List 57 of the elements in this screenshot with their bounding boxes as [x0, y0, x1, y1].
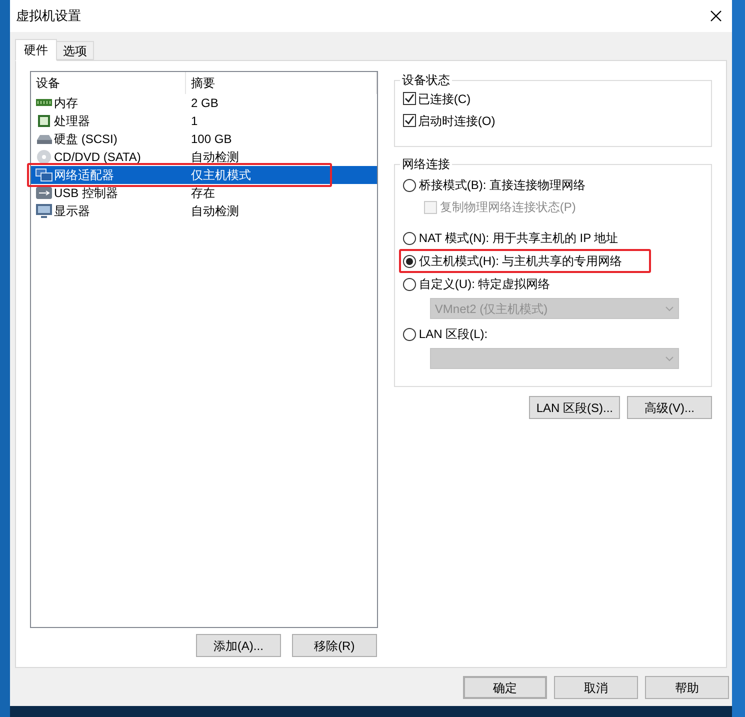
device-name: 硬盘 (SCSI) — [54, 131, 118, 148]
checkbox[interactable] — [402, 114, 416, 127]
button[interactable]: 确定 — [463, 676, 547, 699]
device-summary: 自动检测 — [190, 149, 239, 166]
tab[interactable]: 选项 — [57, 41, 94, 60]
radio-label: 仅主机模式(H): 与主机共享的专用网络 — [418, 253, 622, 270]
device-name: 网络适配器 — [54, 167, 114, 184]
device-icon — [35, 185, 53, 201]
device-name: 处理器 — [54, 113, 90, 130]
device-summary: 2 GB — [190, 95, 218, 112]
checkbox-label: 复制物理网络连接状态(P) — [440, 199, 576, 216]
window-title: 虚拟机设置 — [16, 7, 81, 26]
list-row[interactable]: 内存 2 GB — [31, 94, 377, 112]
device-name: USB 控制器 — [54, 185, 118, 202]
device-summary: 100 GB — [190, 131, 232, 148]
column-header[interactable]: 设备 — [31, 72, 186, 94]
group-title: 网络连接 — [400, 156, 451, 173]
device-icon — [35, 149, 53, 165]
list-row[interactable]: CD/DVD (SATA) 自动检测 — [31, 148, 377, 166]
device-icon — [35, 113, 53, 129]
button[interactable]: 取消 — [554, 676, 638, 699]
radio-button[interactable] — [402, 278, 416, 290]
group-title: 设备状态 — [400, 72, 451, 89]
radio-button[interactable] — [402, 178, 416, 192]
checkbox-label: 已连接(C) — [418, 90, 471, 108]
list-row[interactable]: 处理器 1 — [31, 112, 377, 130]
device-summary: 1 — [190, 113, 198, 130]
checkbox[interactable] — [402, 92, 416, 105]
device-name: 内存 — [54, 95, 78, 112]
device-icon — [35, 203, 53, 219]
close-icon[interactable] — [710, 10, 722, 22]
device-summary: 仅主机模式 — [190, 167, 251, 184]
list-row[interactable]: USB 控制器 存在 — [31, 184, 377, 202]
column-header[interactable]: 摘要 — [186, 72, 377, 94]
button[interactable]: 帮助 — [645, 676, 729, 699]
button[interactable]: 高级(V)... — [627, 396, 712, 419]
radio-button[interactable] — [402, 254, 416, 268]
list-row[interactable]: 显示器 自动检测 — [31, 202, 377, 220]
button[interactable]: LAN 区段(S)... — [529, 396, 620, 419]
button[interactable]: 移除(R) — [292, 634, 377, 657]
device-summary: 存在 — [190, 185, 215, 202]
checkbox-label: 启动时连接(O) — [418, 112, 496, 130]
device-name: CD/DVD (SATA) — [54, 149, 141, 166]
chevron-icon — [664, 306, 674, 312]
device-name: 显示器 — [54, 203, 90, 220]
device-summary: 自动检测 — [190, 203, 239, 220]
radio-button[interactable] — [402, 232, 416, 244]
button[interactable]: 添加(A)... — [196, 634, 281, 657]
radio-label: NAT 模式(N): 用于共享主机的 IP 地址 — [418, 230, 618, 247]
radio-label: LAN 区段(L): — [418, 326, 488, 343]
device-icon — [35, 167, 53, 183]
chevron-icon — [664, 356, 674, 362]
radio-button[interactable] — [402, 328, 416, 340]
radio-label: 自定义(U): 特定虚拟网络 — [418, 276, 550, 293]
radio-label: 桥接模式(B): 直接连接物理网络 — [418, 177, 586, 194]
list-row[interactable]: 硬盘 (SCSI) 100 GB — [31, 130, 377, 148]
tab[interactable]: 硬件 — [15, 39, 57, 61]
